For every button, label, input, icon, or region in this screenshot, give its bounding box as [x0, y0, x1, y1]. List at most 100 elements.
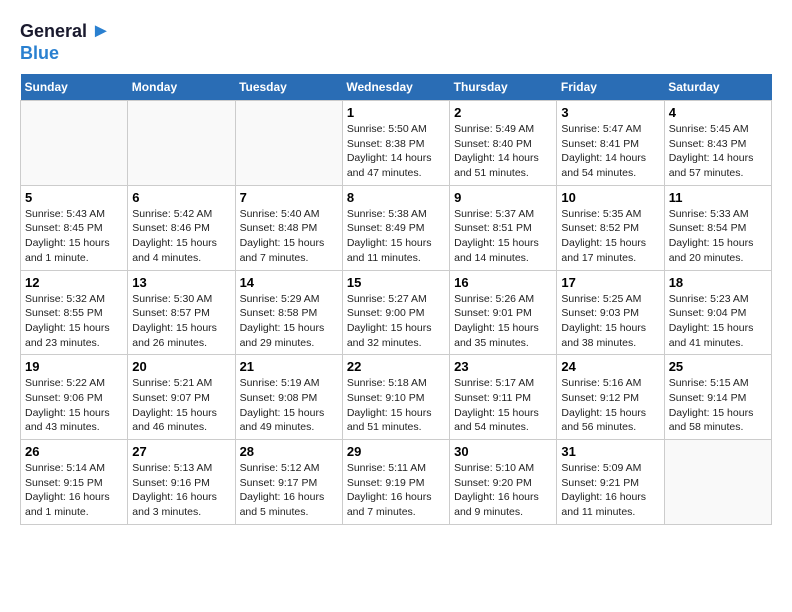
day-info-text: Sunrise: 5:15 AM Sunset: 9:14 PM Dayligh…: [669, 376, 767, 435]
day-info-text: Sunrise: 5:35 AM Sunset: 8:52 PM Dayligh…: [561, 207, 659, 266]
day-info-text: Sunrise: 5:18 AM Sunset: 9:10 PM Dayligh…: [347, 376, 445, 435]
day-number: 13: [132, 275, 230, 290]
day-number: 3: [561, 105, 659, 120]
day-number: 24: [561, 359, 659, 374]
weekday-header-tuesday: Tuesday: [235, 74, 342, 101]
day-number: 16: [454, 275, 552, 290]
calendar-cell: 30Sunrise: 5:10 AM Sunset: 9:20 PM Dayli…: [450, 440, 557, 525]
logo-blue-text: Blue: [20, 43, 59, 63]
day-number: 4: [669, 105, 767, 120]
calendar-cell: 13 Sunrise: 5:30 AM Sunset: 8:57 PM Dayli…: [128, 270, 235, 355]
day-number: 18: [669, 275, 767, 290]
day-info-text: Sunrise: 5:14 AM Sunset: 9:15 PM Dayligh…: [25, 461, 123, 520]
day-number: 7: [240, 190, 338, 205]
day-number: 31: [561, 444, 659, 459]
day-info-text: Sunrise: 5:16 AM Sunset: 9:12 PM Dayligh…: [561, 376, 659, 435]
calendar-cell: 8 Sunrise: 5:38 AM Sunset: 8:49 PM Daylig…: [342, 185, 449, 270]
calendar-cell: 21Sunrise: 5:19 AM Sunset: 9:08 PM Dayli…: [235, 355, 342, 440]
calendar-cell: 12 Sunrise: 5:32 AM Sunset: 8:55 PM Dayli…: [21, 270, 128, 355]
logo-general-text: General: [20, 21, 87, 42]
calendar-cell: 29Sunrise: 5:11 AM Sunset: 9:19 PM Dayli…: [342, 440, 449, 525]
day-number: 23: [454, 359, 552, 374]
weekday-header-friday: Friday: [557, 74, 664, 101]
day-number: 9: [454, 190, 552, 205]
calendar-cell: 18 Sunrise: 5:23 AM Sunset: 9:04 PM Dayli…: [664, 270, 771, 355]
day-number: 5: [25, 190, 123, 205]
day-number: 26: [25, 444, 123, 459]
logo: General ► Blue: [20, 20, 111, 64]
day-info-text: Sunrise: 5:49 AM Sunset: 8:40 PM Dayligh…: [454, 122, 552, 181]
calendar-cell: [664, 440, 771, 525]
day-info-text: Sunrise: 5:38 AM Sunset: 8:49 PM Dayligh…: [347, 207, 445, 266]
calendar-cell: 1Sunrise: 5:50 AM Sunset: 8:38 PM Daylig…: [342, 101, 449, 186]
calendar-cell: 23 Sunrise: 5:17 AM Sunset: 9:11 PM Dayli…: [450, 355, 557, 440]
calendar-cell: 10 Sunrise: 5:35 AM Sunset: 8:52 PM Dayli…: [557, 185, 664, 270]
calendar-week-row: 5Sunrise: 5:43 AM Sunset: 8:45 PM Daylig…: [21, 185, 772, 270]
calendar-cell: [128, 101, 235, 186]
day-number: 12: [25, 275, 123, 290]
weekday-header-sunday: Sunday: [21, 74, 128, 101]
calendar-cell: 28 Sunrise: 5:12 AM Sunset: 9:17 PM Dayli…: [235, 440, 342, 525]
calendar-cell: 14Sunrise: 5:29 AM Sunset: 8:58 PM Dayli…: [235, 270, 342, 355]
calendar-cell: 20 Sunrise: 5:21 AM Sunset: 9:07 PM Dayli…: [128, 355, 235, 440]
calendar-week-row: 19Sunrise: 5:22 AM Sunset: 9:06 PM Dayli…: [21, 355, 772, 440]
weekday-header-saturday: Saturday: [664, 74, 771, 101]
calendar-cell: 27 Sunrise: 5:13 AM Sunset: 9:16 PM Dayli…: [128, 440, 235, 525]
day-number: 28: [240, 444, 338, 459]
calendar-cell: 7 Sunrise: 5:40 AM Sunset: 8:48 PM Daylig…: [235, 185, 342, 270]
calendar-cell: 19Sunrise: 5:22 AM Sunset: 9:06 PM Dayli…: [21, 355, 128, 440]
calendar-cell: 26 Sunrise: 5:14 AM Sunset: 9:15 PM Dayli…: [21, 440, 128, 525]
calendar-cell: 15Sunrise: 5:27 AM Sunset: 9:00 PM Dayli…: [342, 270, 449, 355]
day-info-text: Sunrise: 5:19 AM Sunset: 9:08 PM Dayligh…: [240, 376, 338, 435]
day-info-text: Sunrise: 5:23 AM Sunset: 9:04 PM Dayligh…: [669, 292, 767, 351]
day-number: 10: [561, 190, 659, 205]
day-number: 15: [347, 275, 445, 290]
day-number: 8: [347, 190, 445, 205]
logo-arrow-icon: ►: [91, 20, 111, 43]
calendar-cell: 17 Sunrise: 5:25 AM Sunset: 9:03 PM Dayli…: [557, 270, 664, 355]
day-info-text: Sunrise: 5:13 AM Sunset: 9:16 PM Dayligh…: [132, 461, 230, 520]
day-number: 17: [561, 275, 659, 290]
day-number: 1: [347, 105, 445, 120]
calendar-cell: [21, 101, 128, 186]
day-info-text: Sunrise: 5:33 AM Sunset: 8:54 PM Dayligh…: [669, 207, 767, 266]
calendar-cell: 3 Sunrise: 5:47 AM Sunset: 8:41 PM Daylig…: [557, 101, 664, 186]
calendar-cell: 16Sunrise: 5:26 AM Sunset: 9:01 PM Dayli…: [450, 270, 557, 355]
weekday-header-wednesday: Wednesday: [342, 74, 449, 101]
day-info-text: Sunrise: 5:32 AM Sunset: 8:55 PM Dayligh…: [25, 292, 123, 351]
day-info-text: Sunrise: 5:09 AM Sunset: 9:21 PM Dayligh…: [561, 461, 659, 520]
calendar-cell: 24 Sunrise: 5:16 AM Sunset: 9:12 PM Dayli…: [557, 355, 664, 440]
day-info-text: Sunrise: 5:21 AM Sunset: 9:07 PM Dayligh…: [132, 376, 230, 435]
day-info-text: Sunrise: 5:29 AM Sunset: 8:58 PM Dayligh…: [240, 292, 338, 351]
day-number: 2: [454, 105, 552, 120]
day-number: 27: [132, 444, 230, 459]
calendar-week-row: 1Sunrise: 5:50 AM Sunset: 8:38 PM Daylig…: [21, 101, 772, 186]
calendar-cell: 11Sunrise: 5:33 AM Sunset: 8:54 PM Dayli…: [664, 185, 771, 270]
day-number: 22: [347, 359, 445, 374]
calendar-week-row: 12 Sunrise: 5:32 AM Sunset: 8:55 PM Dayli…: [21, 270, 772, 355]
weekday-header-thursday: Thursday: [450, 74, 557, 101]
day-number: 6: [132, 190, 230, 205]
calendar-cell: 4Sunrise: 5:45 AM Sunset: 8:43 PM Daylig…: [664, 101, 771, 186]
day-info-text: Sunrise: 5:25 AM Sunset: 9:03 PM Dayligh…: [561, 292, 659, 351]
calendar-cell: 22 Sunrise: 5:18 AM Sunset: 9:10 PM Dayli…: [342, 355, 449, 440]
day-info-text: Sunrise: 5:42 AM Sunset: 8:46 PM Dayligh…: [132, 207, 230, 266]
calendar-cell: 2 Sunrise: 5:49 AM Sunset: 8:40 PM Daylig…: [450, 101, 557, 186]
day-number: 20: [132, 359, 230, 374]
calendar-table: SundayMondayTuesdayWednesdayThursdayFrid…: [20, 74, 772, 525]
day-info-text: Sunrise: 5:12 AM Sunset: 9:17 PM Dayligh…: [240, 461, 338, 520]
day-number: 19: [25, 359, 123, 374]
calendar-cell: 5Sunrise: 5:43 AM Sunset: 8:45 PM Daylig…: [21, 185, 128, 270]
day-info-text: Sunrise: 5:10 AM Sunset: 9:20 PM Dayligh…: [454, 461, 552, 520]
day-info-text: Sunrise: 5:17 AM Sunset: 9:11 PM Dayligh…: [454, 376, 552, 435]
day-info-text: Sunrise: 5:30 AM Sunset: 8:57 PM Dayligh…: [132, 292, 230, 351]
weekday-header-row: SundayMondayTuesdayWednesdayThursdayFrid…: [21, 74, 772, 101]
day-info-text: Sunrise: 5:40 AM Sunset: 8:48 PM Dayligh…: [240, 207, 338, 266]
calendar-cell: 6 Sunrise: 5:42 AM Sunset: 8:46 PM Daylig…: [128, 185, 235, 270]
calendar-cell: 31 Sunrise: 5:09 AM Sunset: 9:21 PM Dayli…: [557, 440, 664, 525]
day-info-text: Sunrise: 5:47 AM Sunset: 8:41 PM Dayligh…: [561, 122, 659, 181]
day-number: 29: [347, 444, 445, 459]
weekday-header-monday: Monday: [128, 74, 235, 101]
day-number: 25: [669, 359, 767, 374]
day-info-text: Sunrise: 5:37 AM Sunset: 8:51 PM Dayligh…: [454, 207, 552, 266]
